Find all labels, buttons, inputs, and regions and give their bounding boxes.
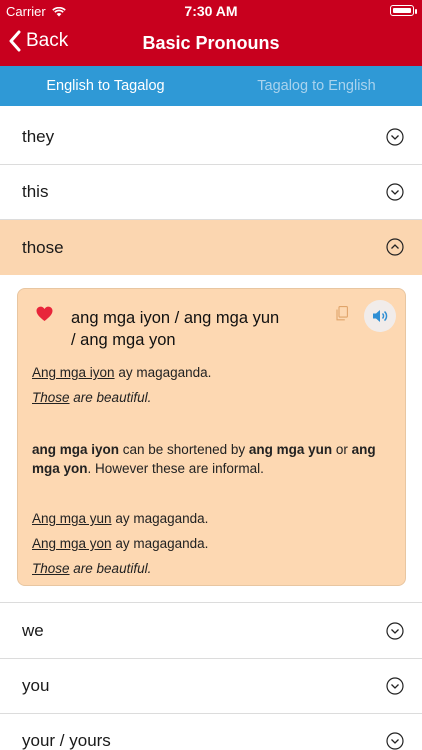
list-item[interactable]: we <box>0 604 422 659</box>
example-term: Ang mga yun <box>32 511 112 526</box>
chevron-up-circle-icon <box>386 238 404 256</box>
navigation-bar: Back Basic Pronouns <box>0 22 422 66</box>
list-item[interactable]: they <box>0 110 422 165</box>
speaker-icon <box>373 310 388 322</box>
example-tagalog-2: Ang mga yun ay magaganda. <box>32 511 208 526</box>
example-rest: are beautiful. <box>69 390 152 405</box>
list-item-label: this <box>22 182 49 201</box>
note-term: ang mga yun <box>248 442 333 457</box>
heart-icon[interactable] <box>36 306 53 322</box>
status-bar: Carrier 7:30 AM <box>0 0 422 22</box>
example-rest: ay magaganda. <box>111 511 209 526</box>
translation-headword: ang mga iyon / ang mga yun / ang mga yon <box>71 307 311 351</box>
translation-card: ang mga iyon / ang mga yun / ang mga yon… <box>17 288 406 586</box>
direction-tabs: English to Tagalog Tagalog to English <box>0 66 422 106</box>
list-item-label: we <box>22 621 44 640</box>
chevron-down-circle-icon <box>386 622 404 640</box>
speaker-button[interactable] <box>364 300 396 332</box>
note-term: ang mga iyon <box>32 442 120 457</box>
example-rest: ay magaganda. <box>114 365 212 380</box>
example-rest: are beautiful. <box>69 561 152 576</box>
example-rest: ay magaganda. <box>111 536 209 551</box>
note-text: or <box>332 442 352 457</box>
list-item-label: they <box>22 127 55 146</box>
example-tagalog-1: Ang mga iyon ay magaganda. <box>32 365 211 380</box>
example-term: Those <box>32 561 70 576</box>
phrase-list-continued: we you your / yours <box>0 604 422 750</box>
headword-line-1: ang mga iyon / ang mga yun <box>71 309 280 327</box>
list-item-label: you <box>22 676 50 695</box>
detail-panel: ang mga iyon / ang mga yun / ang mga yon… <box>0 277 422 603</box>
headword-line-2: / ang mga yon <box>71 331 176 349</box>
chevron-down-circle-icon <box>386 128 404 146</box>
example-english-1: Those are beautiful. <box>32 390 151 405</box>
list-item[interactable]: you <box>0 659 422 714</box>
list-item[interactable]: your / yours <box>0 714 422 750</box>
phrase-list: they this those <box>0 110 422 275</box>
copy-icon[interactable] <box>336 306 348 321</box>
example-term: Ang mga yon <box>32 536 112 551</box>
list-item-expanded[interactable]: those <box>0 220 422 275</box>
chevron-down-circle-icon <box>386 677 404 695</box>
example-tagalog-3: Ang mga yon ay magaganda. <box>32 536 208 551</box>
example-term: Those <box>32 390 70 405</box>
note-text: can be shortened by <box>119 442 249 457</box>
chevron-down-circle-icon <box>386 183 404 201</box>
top-bar: Carrier 7:30 AM Back Basic Pronouns <box>0 0 422 66</box>
list-item-label: those <box>22 237 64 257</box>
usage-note: ang mga iyon can be shortened by ang mga… <box>32 440 397 478</box>
clock: 7:30 AM <box>184 3 238 19</box>
note-text: . However these are informal. <box>87 461 264 476</box>
tab-english-to-tagalog[interactable]: English to Tagalog <box>0 66 211 106</box>
list-item[interactable]: this <box>0 165 422 220</box>
example-english-3: Those are beautiful. <box>32 561 151 576</box>
battery-icon <box>390 5 417 16</box>
example-term: Ang mga iyon <box>32 365 115 380</box>
tab-tagalog-to-english[interactable]: Tagalog to English <box>211 66 422 106</box>
list-item-label: your / yours <box>22 731 111 750</box>
chevron-down-circle-icon <box>386 732 404 750</box>
page-title: Basic Pronouns <box>142 33 280 53</box>
